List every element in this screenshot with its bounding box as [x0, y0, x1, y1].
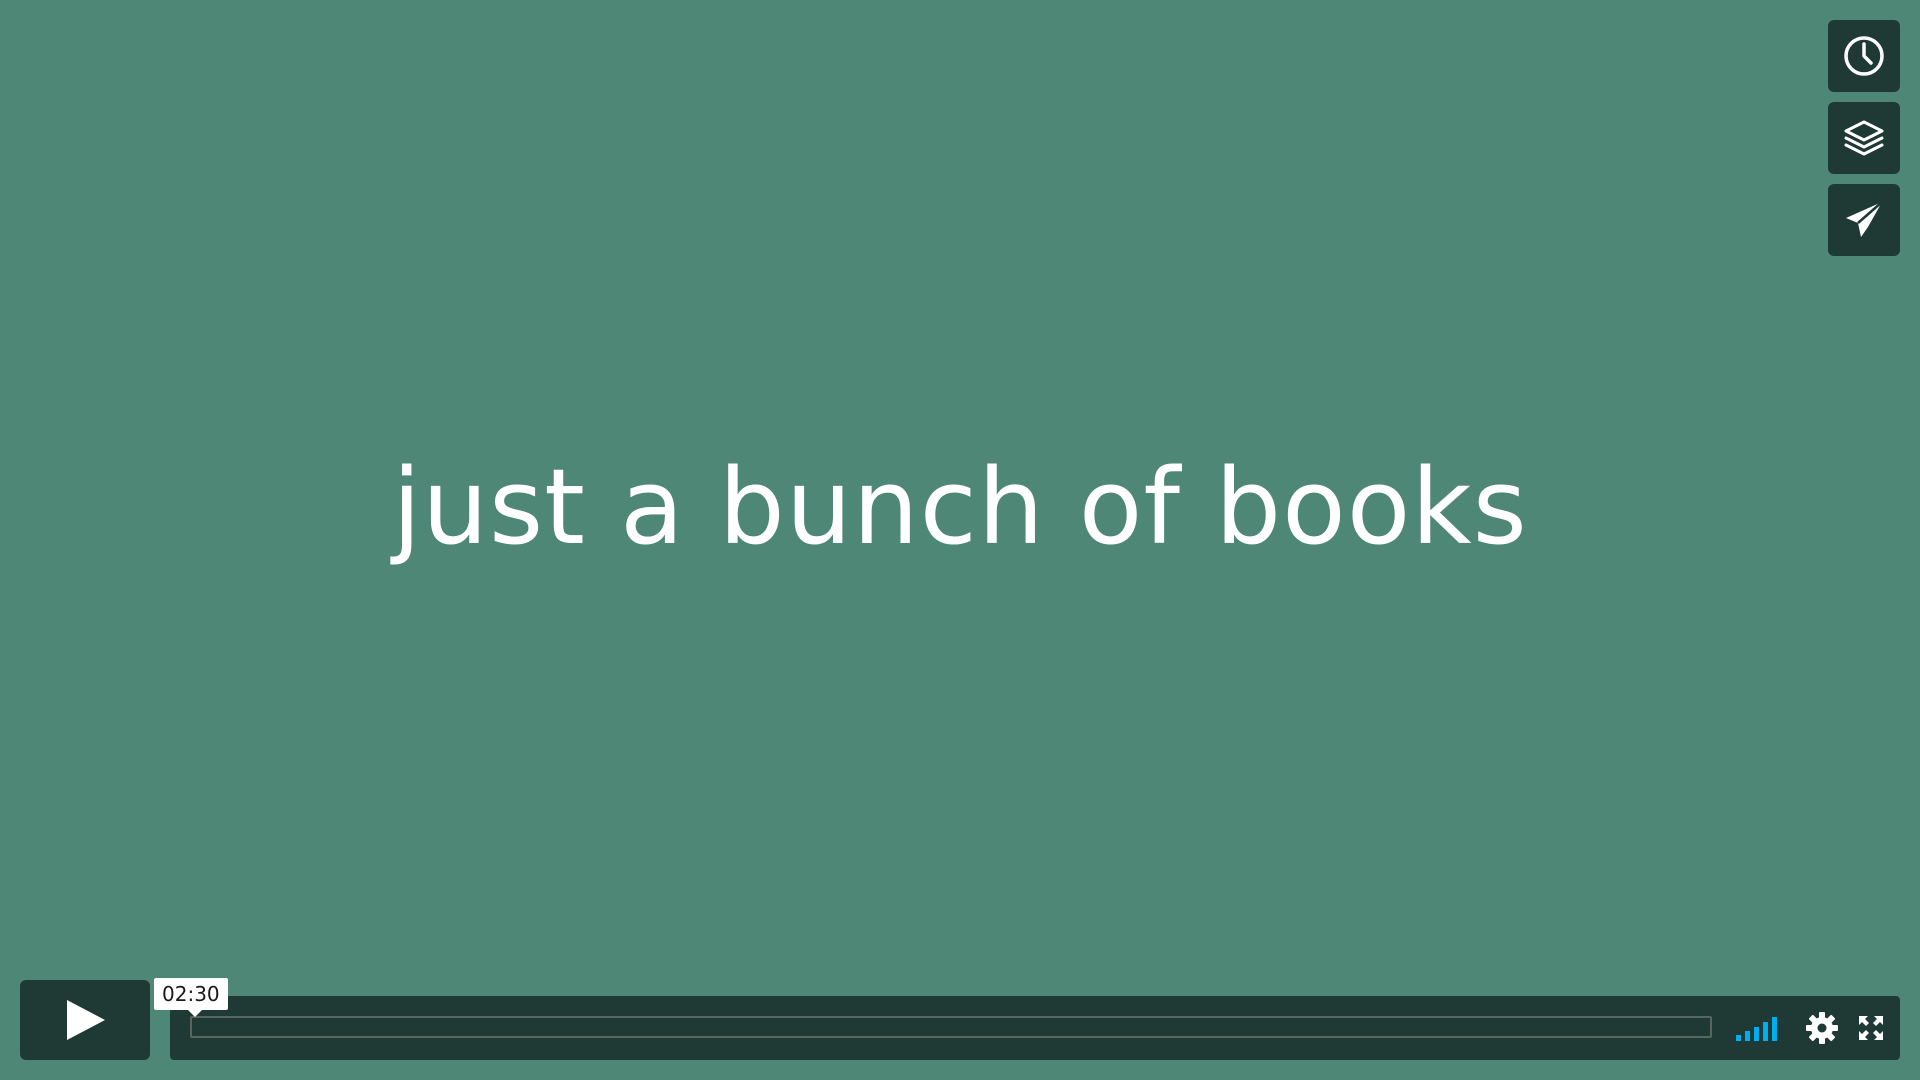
volume-button[interactable] — [1735, 1010, 1785, 1046]
watch-later-button[interactable] — [1828, 20, 1900, 92]
video-player[interactable]: just a bunch of books 02:30 — [0, 0, 1920, 1080]
volume-bars-icon — [1736, 1017, 1777, 1041]
settings-button[interactable] — [1802, 1010, 1842, 1046]
layers-icon — [1844, 120, 1884, 156]
time-tooltip: 02:30 — [154, 978, 228, 1017]
fullscreen-icon — [1859, 1016, 1883, 1040]
progress-bar[interactable] — [190, 1016, 1712, 1038]
video-caption: just a bunch of books — [392, 446, 1528, 568]
share-button[interactable] — [1828, 184, 1900, 256]
gear-icon — [1806, 1012, 1838, 1044]
clock-icon — [1844, 36, 1884, 76]
control-bar — [170, 996, 1900, 1060]
play-button[interactable] — [20, 980, 150, 1060]
play-icon — [67, 1000, 105, 1040]
fullscreen-button[interactable] — [1853, 1010, 1889, 1046]
side-action-buttons — [1828, 20, 1900, 256]
collections-button[interactable] — [1828, 102, 1900, 174]
paper-plane-icon — [1846, 201, 1883, 237]
